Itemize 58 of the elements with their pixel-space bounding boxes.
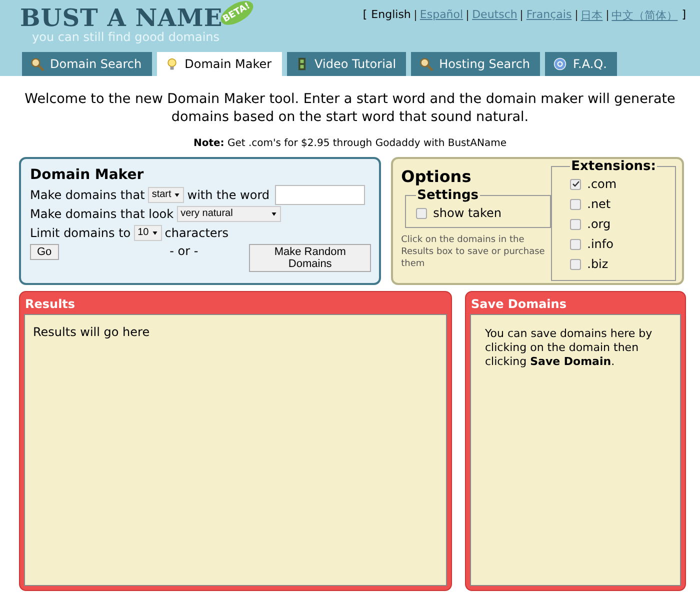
checkbox[interactable]: [570, 218, 582, 230]
panel-title: Save Domains: [470, 296, 568, 313]
label-text: with the word: [187, 188, 270, 202]
language-link[interactable]: Français: [526, 8, 572, 22]
bracket-text: [: [362, 8, 368, 22]
go-button[interactable]: Go: [30, 244, 59, 260]
dropdown[interactable]: 10: [134, 224, 162, 240]
caret-icon: [270, 210, 277, 216]
word-input-field[interactable]: [274, 184, 365, 204]
checkbox[interactable]: [570, 178, 582, 190]
language-link[interactable]: 日本: [580, 8, 603, 22]
note-text: Note: Get .com's for $2.95 through Godaddy with BustAName: [192, 138, 508, 149]
bracket-text: ]: [682, 8, 686, 22]
checkbox[interactable]: [570, 258, 582, 270]
language-link[interactable]: 中文（简体）: [612, 8, 678, 22]
search-icon: [30, 57, 44, 71]
label-text: Make domains that: [30, 188, 145, 202]
hint-text: Click on the domains in the Results box to save or purchase them: [401, 234, 546, 270]
make-random-button[interactable]: Make Random Domains: [249, 244, 372, 272]
nav-tab[interactable]: F.A.Q.: [545, 52, 617, 76]
checkmark-icon: [572, 180, 580, 188]
label-text: Limit domains to: [30, 226, 131, 240]
intro-text: Welcome to the new Domain Maker tool. Enter a start word and the domain maker will generate domains based on the start word that sound natural.: [24, 90, 676, 126]
lightbulb-icon: [164, 57, 179, 71]
help-icon: [553, 57, 568, 71]
dropdown[interactable]: very natural: [176, 206, 281, 222]
label-text: characters: [164, 226, 228, 240]
checkbox[interactable]: [570, 198, 582, 210]
caret-icon: [174, 192, 180, 198]
language-link[interactable]: Deutsch: [472, 8, 518, 22]
panel-title: Options: [401, 167, 472, 186]
or-text: - or -: [170, 244, 198, 258]
language-link[interactable]: English: [371, 8, 411, 22]
logo-title: BUST A NAME: [20, 4, 223, 32]
checkbox-label: show taken: [433, 206, 502, 220]
body-text: You can save domains here by clicking on the domain then clicking Save Domain.: [485, 327, 654, 369]
group-legend: Extensions:: [570, 159, 657, 174]
checkbox-label: .com: [587, 177, 617, 191]
caret-icon: [152, 230, 158, 236]
nav-tab[interactable]: Hosting Search: [411, 52, 540, 76]
checkbox-label: .net: [587, 197, 611, 211]
nav-tab[interactable]: Domain Search: [22, 52, 152, 76]
panel-title: Domain Maker: [30, 167, 145, 183]
checkbox-label: .info: [587, 237, 614, 251]
checkbox-label: .biz: [587, 257, 608, 271]
nav-tab[interactable]: Video Tutorial: [286, 52, 406, 76]
language-link[interactable]: Español: [420, 8, 464, 22]
body-text: Results will go here: [33, 325, 151, 339]
label-text: Make domains that look: [30, 206, 174, 220]
checkbox[interactable]: [570, 238, 582, 250]
group-legend: Settings: [416, 188, 480, 203]
dropdown[interactable]: start: [148, 186, 184, 202]
panel-title: Results: [24, 296, 76, 313]
nav-tab[interactable]: Domain Maker: [156, 52, 282, 76]
checkbox[interactable]: [416, 208, 428, 218]
checkbox-label: .org: [587, 217, 611, 231]
search-icon: [419, 57, 434, 71]
logo-tagline: you can still find good domains: [32, 30, 221, 44]
